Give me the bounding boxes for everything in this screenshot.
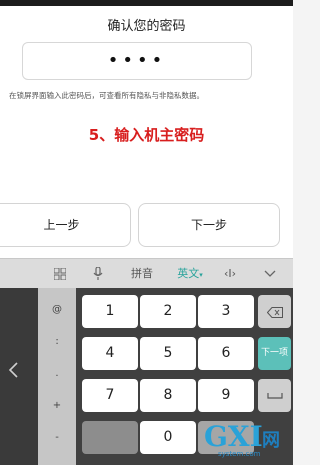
key-2[interactable]: 2 (140, 295, 196, 328)
symbol-dot[interactable]: . (38, 368, 76, 379)
watermark-cn: 网 (262, 430, 280, 451)
symbol-colon[interactable]: : (38, 336, 76, 347)
page-title: 确认您的密码 (107, 19, 186, 34)
confirm-password-dialog: 确认您的密码 •••• 在锁屏界面输入此密码后，可查看所有隐私与非隐私数据。 5… (0, 6, 293, 258)
backspace-button[interactable] (258, 295, 291, 328)
caret-down-icon: ▾ (199, 271, 203, 279)
space-icon (266, 393, 283, 399)
key-1[interactable]: 1 (82, 295, 138, 328)
watermark: GXI 网 system.com (204, 420, 289, 460)
backspace-icon (266, 306, 283, 318)
step-annotation: 5、输入机主密码 (88, 126, 205, 144)
previous-button[interactable]: 上一步 (0, 203, 131, 247)
key-9[interactable]: 9 (198, 379, 254, 412)
pinyin-tab[interactable]: 拼音 (122, 259, 162, 289)
mic-icon[interactable] (88, 259, 108, 289)
symbol-at[interactable]: @ (38, 304, 76, 315)
grid-icon[interactable] (50, 259, 70, 289)
keyboard-toolbar: 拼音 英文▾ ‹I› (0, 258, 293, 289)
password-input[interactable]: •••• (22, 42, 252, 80)
next-button[interactable]: 下一步 (138, 203, 280, 247)
space-button[interactable] (258, 379, 291, 412)
watermark-logo: GXI (204, 420, 263, 453)
back-strip[interactable] (0, 288, 38, 465)
symbol-plus[interactable]: + (38, 400, 76, 411)
cursor-move-button[interactable]: ‹I› (218, 259, 242, 289)
chevron-down-icon[interactable] (258, 259, 282, 289)
english-tab[interactable]: 英文▾ (170, 259, 210, 289)
english-label: 英文 (177, 267, 200, 280)
key-3[interactable]: 3 (198, 295, 254, 328)
next-item-button[interactable]: 下一项 (258, 337, 291, 370)
watermark-url: system.com (218, 450, 261, 458)
chevron-left-icon (8, 362, 18, 378)
key-4[interactable]: 4 (82, 337, 138, 370)
key-0[interactable]: 0 (140, 421, 196, 454)
hint-text: 在锁屏界面输入此密码后，可查看所有隐私与非隐私数据。 (9, 91, 204, 100)
key-7[interactable]: 7 (82, 379, 138, 412)
key-blank-left[interactable] (82, 421, 138, 454)
symbol-minus[interactable]: - (38, 432, 76, 443)
key-5[interactable]: 5 (140, 337, 196, 370)
key-8[interactable]: 8 (140, 379, 196, 412)
symbol-column: @ : . + - (38, 288, 76, 465)
key-6[interactable]: 6 (198, 337, 254, 370)
